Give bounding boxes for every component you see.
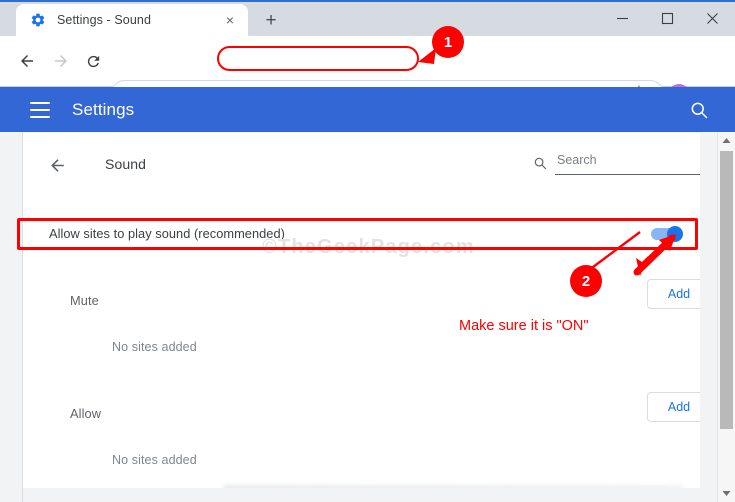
sound-section-header: Sound Search [48,153,700,183]
browser-window: Settings - Sound × + Settings Sound Sear… [0,0,735,502]
page-title: Settings [72,99,135,119]
mute-empty-text: No sites added [112,340,197,354]
allow-sound-toggle[interactable] [651,226,685,242]
annotation-badge-1: 1 [432,26,464,58]
search-icon [533,156,547,170]
window-controls [600,0,735,36]
tab-strip: Settings - Sound × + [0,0,735,36]
allow-add-button[interactable]: Add [647,392,700,422]
settings-header: Settings [0,87,735,132]
new-tab-button[interactable]: + [258,8,284,34]
gear-icon [30,12,46,28]
maximize-icon[interactable] [645,0,690,36]
allow-section-title: Allow [70,406,102,421]
back-arrow-icon[interactable] [48,156,68,176]
annotation-note: Make sure it is "ON" [459,318,589,334]
back-arrow-icon[interactable] [14,48,40,74]
search-underline [555,174,700,175]
browser-toolbar: Chrome chrome://settings/content/sound [0,36,735,110]
mute-section-title: Mute [70,293,99,308]
scroll-up-arrow-icon[interactable] [718,132,735,149]
toggle-knob [667,226,683,242]
minimize-icon[interactable] [600,0,645,36]
content-bottom-edge [223,485,683,488]
allow-empty-text: No sites added [112,453,197,467]
mute-add-button[interactable]: Add [647,279,700,309]
page-scrollbar[interactable] [717,132,735,502]
tab-close-icon[interactable]: × [220,10,240,30]
settings-content-card: Sound Search Allow sites to play sound (… [23,133,700,488]
allow-sound-setting-row[interactable]: Allow sites to play sound (recommended) [45,220,685,250]
annotation-badge-2: 2 [570,265,602,297]
hamburger-menu-icon[interactable] [30,101,50,118]
tab-title: Settings - Sound [57,13,152,27]
forward-arrow-icon [48,48,74,74]
sound-title: Sound [105,156,146,172]
settings-left-rail [0,132,23,502]
search-icon[interactable] [689,100,709,120]
allow-sound-label: Allow sites to play sound (recommended) [49,226,285,241]
reload-icon[interactable] [80,48,106,74]
browser-tab[interactable]: Settings - Sound × [16,4,248,36]
scroll-down-arrow-icon[interactable] [718,485,735,502]
search-placeholder: Search [557,153,597,167]
close-icon[interactable] [690,0,735,36]
scrollbar-thumb[interactable] [720,151,733,429]
